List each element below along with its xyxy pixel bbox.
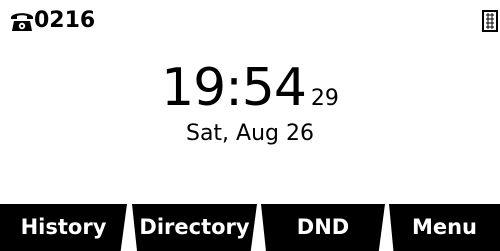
phone-icon: [11, 13, 33, 31]
network-icon: [482, 10, 498, 32]
clock-time: 19:54: [161, 58, 307, 118]
dnd-softkey[interactable]: DND: [261, 204, 385, 251]
date-display: Sat, Aug 26: [185, 121, 314, 146]
history-softkey[interactable]: History: [0, 204, 127, 251]
clock-display: 19:54 29: [0, 60, 500, 116]
status-bar: 0216: [0, 0, 500, 42]
directory-softkey[interactable]: Directory: [132, 204, 257, 251]
account-number: 0216: [34, 8, 96, 33]
clock-seconds: 29: [310, 86, 339, 111]
menu-softkey[interactable]: Menu: [389, 204, 500, 251]
softkey-bar: History Directory DND Menu: [0, 204, 500, 251]
